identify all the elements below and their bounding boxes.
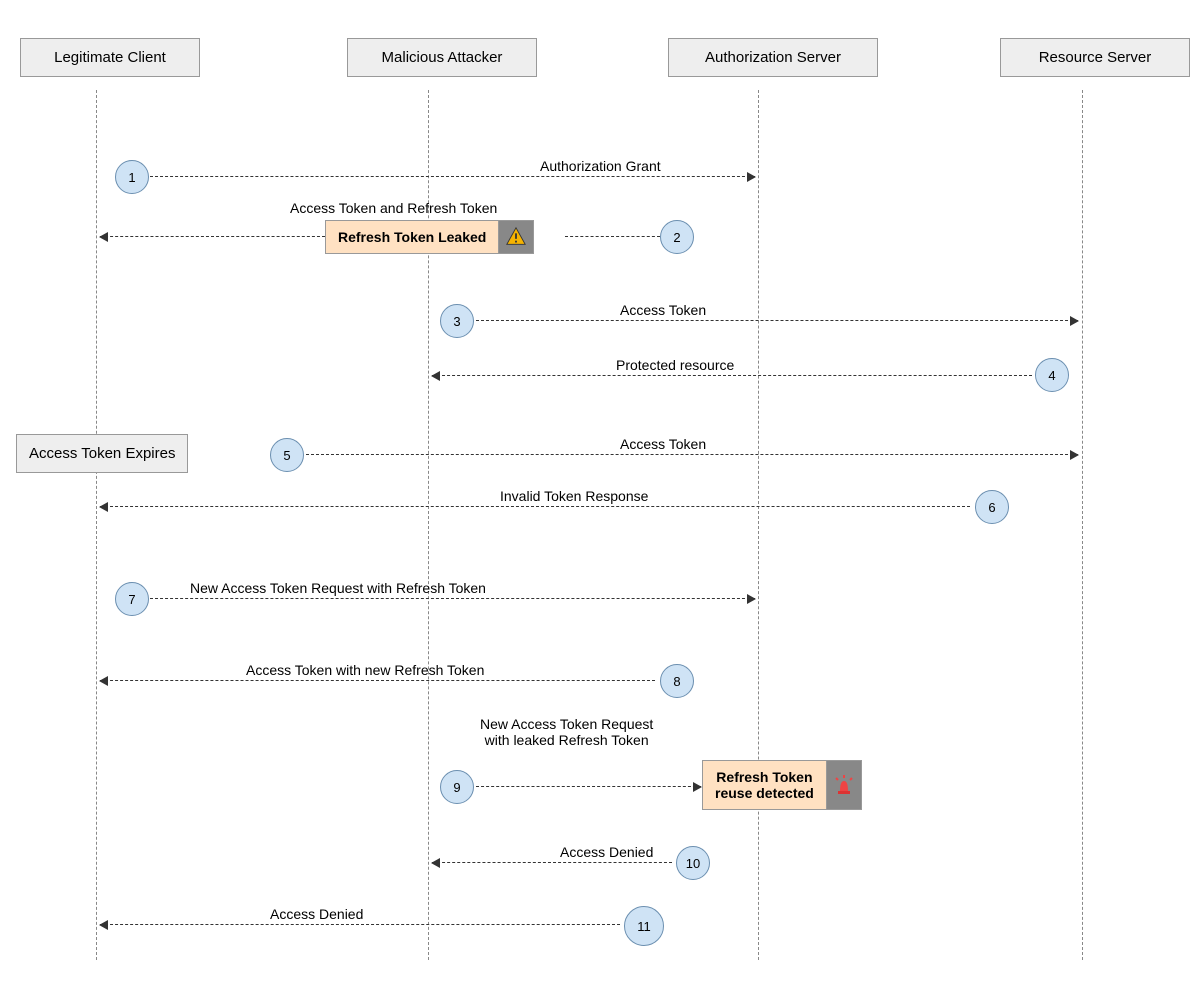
step-8: 8 (660, 664, 694, 698)
participant-auth-server: Authorization Server (668, 38, 878, 77)
arrow-1 (150, 176, 755, 177)
arrow-10 (432, 862, 672, 863)
step-4: 4 (1035, 358, 1069, 392)
arrow-9 (476, 786, 701, 787)
label-4: Protected resource (616, 357, 734, 373)
note-leaked: Refresh Token Leaked (325, 220, 534, 254)
label-7: New Access Token Request with Refresh To… (190, 580, 486, 596)
step-7: 7 (115, 582, 149, 616)
lifeline-auth (758, 90, 759, 960)
arrow-8 (100, 680, 655, 681)
lifeline-resource (1082, 90, 1083, 960)
participant-resource-server: Resource Server (1000, 38, 1190, 77)
note-leaked-text: Refresh Token Leaked (325, 220, 499, 254)
step-6: 6 (975, 490, 1009, 524)
arrow-3 (476, 320, 1078, 321)
arrow-2-right (565, 236, 660, 237)
label-11: Access Denied (270, 906, 363, 922)
arrow-5 (306, 454, 1078, 455)
arrow-2-left (100, 236, 325, 237)
step-3: 3 (440, 304, 474, 338)
step-1: 1 (115, 160, 149, 194)
warning-icon (499, 220, 534, 254)
participant-attacker: Malicious Attacker (347, 38, 537, 77)
label-8: Access Token with new Refresh Token (246, 662, 484, 678)
step-9: 9 (440, 770, 474, 804)
participant-client: Legitimate Client (20, 38, 200, 77)
step-10: 10 (676, 846, 710, 880)
sequence-diagram: Legitimate Client Malicious Attacker Aut… (0, 0, 1204, 982)
step-5: 5 (270, 438, 304, 472)
label-10: Access Denied (560, 844, 653, 860)
arrow-11 (100, 924, 620, 925)
note-detected-text: Refresh Token reuse detected (702, 760, 827, 810)
note-detected: Refresh Token reuse detected (702, 760, 862, 810)
label-9: New Access Token Request with leaked Ref… (480, 716, 653, 748)
step-11: 11 (624, 906, 664, 946)
alarm-icon (827, 760, 862, 810)
label-6: Invalid Token Response (500, 488, 648, 504)
label-1: Authorization Grant (540, 158, 661, 174)
arrow-7 (150, 598, 755, 599)
lifeline-client (96, 90, 97, 960)
label-2a: Access Token and Refresh Token (290, 200, 497, 216)
label-5: Access Token (620, 436, 706, 452)
arrow-4 (432, 375, 1032, 376)
event-expires: Access Token Expires (16, 434, 188, 473)
step-2: 2 (660, 220, 694, 254)
arrow-6 (100, 506, 970, 507)
label-3: Access Token (620, 302, 706, 318)
